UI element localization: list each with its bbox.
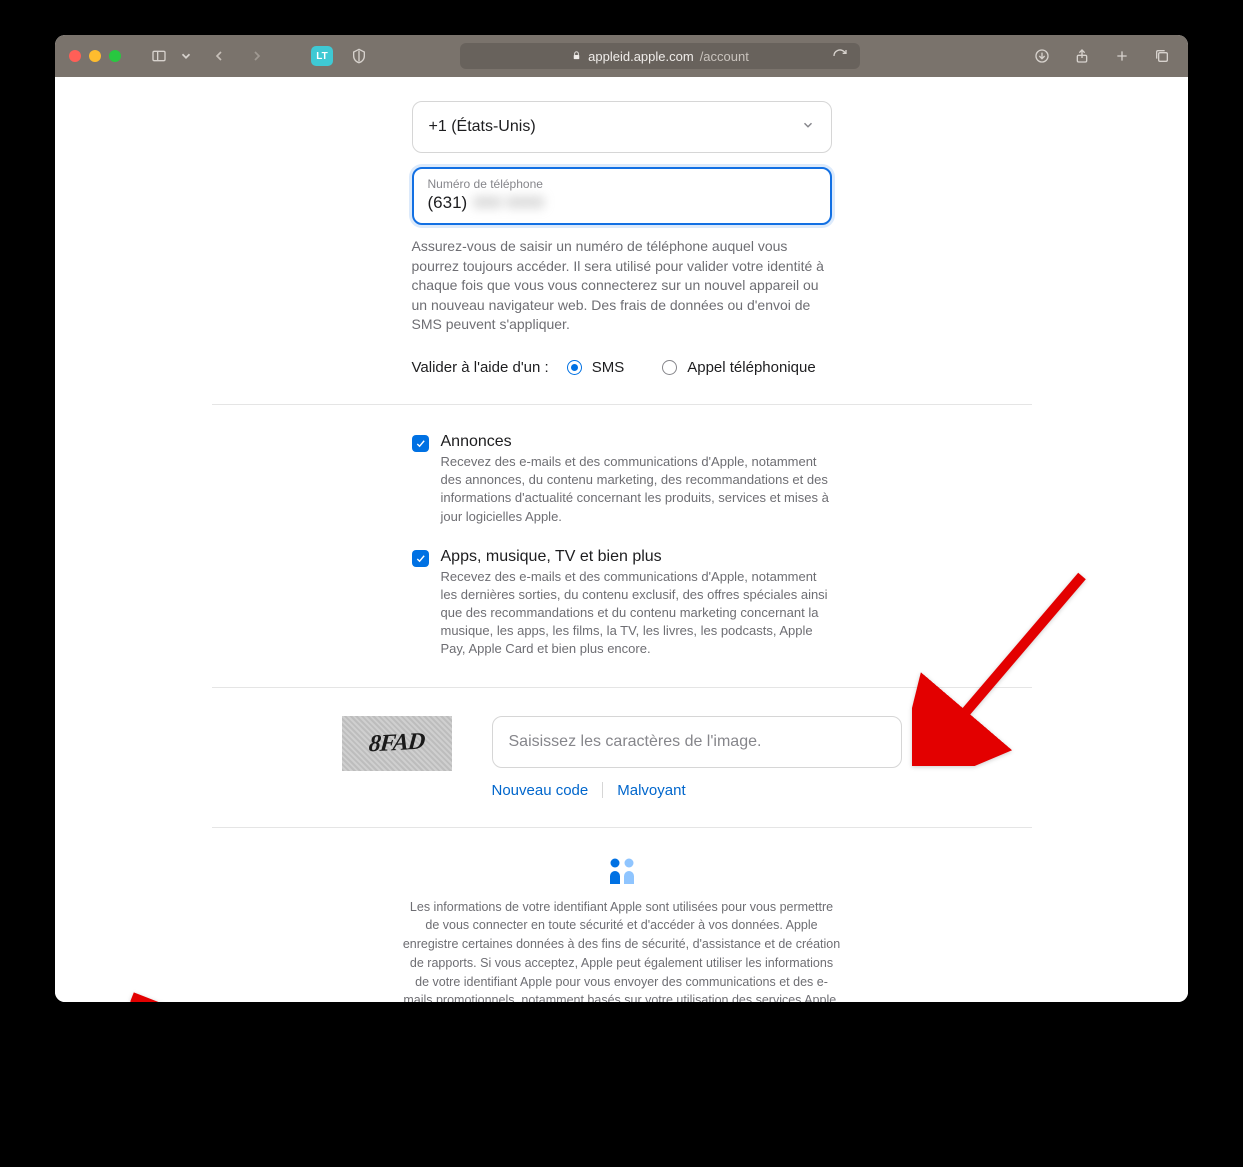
safari-window: LT appleid.apple.com/account <box>55 35 1188 1002</box>
share-icon[interactable] <box>1070 44 1094 68</box>
country-code-value: +1 (États-Unis) <box>429 118 536 136</box>
phone-input-value: (631) <box>428 193 468 213</box>
sidebar-toggle-icon[interactable] <box>147 44 171 68</box>
new-tab-icon[interactable] <box>1110 44 1134 68</box>
url-path: /account <box>700 49 749 64</box>
checkbox-announcements-row: Annonces Recevez des e-mails et des comm… <box>412 433 832 526</box>
captcha-code-text: 8FAD <box>368 728 426 758</box>
downloads-icon[interactable] <box>1030 44 1054 68</box>
shield-icon[interactable] <box>347 44 371 68</box>
marketing-section: Annonces Recevez des e-mails et des comm… <box>212 433 1032 688</box>
tabs-overview-icon[interactable] <box>1150 44 1174 68</box>
close-window-button[interactable] <box>69 50 81 62</box>
checkbox-announcements-title: Annonces <box>441 433 832 451</box>
captcha-new-code-link[interactable]: Nouveau code <box>492 782 603 799</box>
checkbox-apps[interactable] <box>412 550 429 567</box>
captcha-input[interactable]: Saisissez les caractères de l'image. <box>492 716 902 768</box>
privacy-text: Les informations de votre identifiant Ap… <box>402 898 842 1002</box>
url-host: appleid.apple.com <box>588 49 694 64</box>
forward-button[interactable] <box>245 44 269 68</box>
radio-sms-label: SMS <box>592 359 625 376</box>
languagetool-extension-icon[interactable]: LT <box>311 46 333 66</box>
phone-help-text: Assurez-vous de saisir un numéro de télé… <box>412 237 832 335</box>
address-bar[interactable]: appleid.apple.com/account <box>460 43 860 69</box>
chevron-down-icon <box>801 118 815 137</box>
privacy-text-body: Les informations de votre identifiant Ap… <box>403 900 840 1002</box>
reload-icon[interactable] <box>828 44 852 68</box>
checkbox-announcements[interactable] <box>412 435 429 452</box>
captcha-impaired-link[interactable]: Malvoyant <box>603 782 699 799</box>
checkbox-announcements-desc: Recevez des e-mails et des communication… <box>441 453 832 526</box>
minimize-window-button[interactable] <box>89 50 101 62</box>
captcha-image: 8FAD <box>342 716 452 771</box>
radio-call-label: Appel téléphonique <box>687 359 815 376</box>
country-code-select[interactable]: +1 (États-Unis) <box>412 101 832 153</box>
phone-section: +1 (États-Unis) Numéro de téléphone (631… <box>212 101 1032 405</box>
radio-call[interactable] <box>662 360 677 375</box>
page-content: +1 (États-Unis) Numéro de téléphone (631… <box>55 77 1188 1002</box>
verify-label: Valider à l'aide d'un : <box>412 359 549 376</box>
titlebar: LT appleid.apple.com/account <box>55 35 1188 77</box>
chevron-down-icon[interactable] <box>179 44 193 68</box>
radio-sms[interactable] <box>567 360 582 375</box>
captcha-placeholder: Saisissez les caractères de l'image. <box>509 733 762 751</box>
verify-method-row: Valider à l'aide d'un : SMS Appel téléph… <box>412 359 832 376</box>
captcha-section: 8FAD Saisissez les caractères de l'image… <box>212 716 1032 828</box>
phone-number-field[interactable]: Numéro de téléphone (631) 000 0000 <box>412 167 832 225</box>
lock-icon <box>571 49 582 64</box>
phone-input-hidden: 000 0000 <box>473 193 544 213</box>
checkbox-apps-title: Apps, musique, TV et bien plus <box>441 548 832 566</box>
traffic-lights <box>69 50 121 62</box>
checkbox-apps-desc: Recevez des e-mails et des communication… <box>441 568 832 659</box>
privacy-section: Les informations de votre identifiant Ap… <box>212 856 1032 1002</box>
maximize-window-button[interactable] <box>109 50 121 62</box>
checkbox-apps-row: Apps, musique, TV et bien plus Recevez d… <box>412 548 832 659</box>
phone-input-label: Numéro de téléphone <box>428 177 816 191</box>
annotation-arrow-continue <box>122 982 382 1002</box>
back-button[interactable] <box>207 44 231 68</box>
privacy-handshake-icon <box>402 856 842 886</box>
